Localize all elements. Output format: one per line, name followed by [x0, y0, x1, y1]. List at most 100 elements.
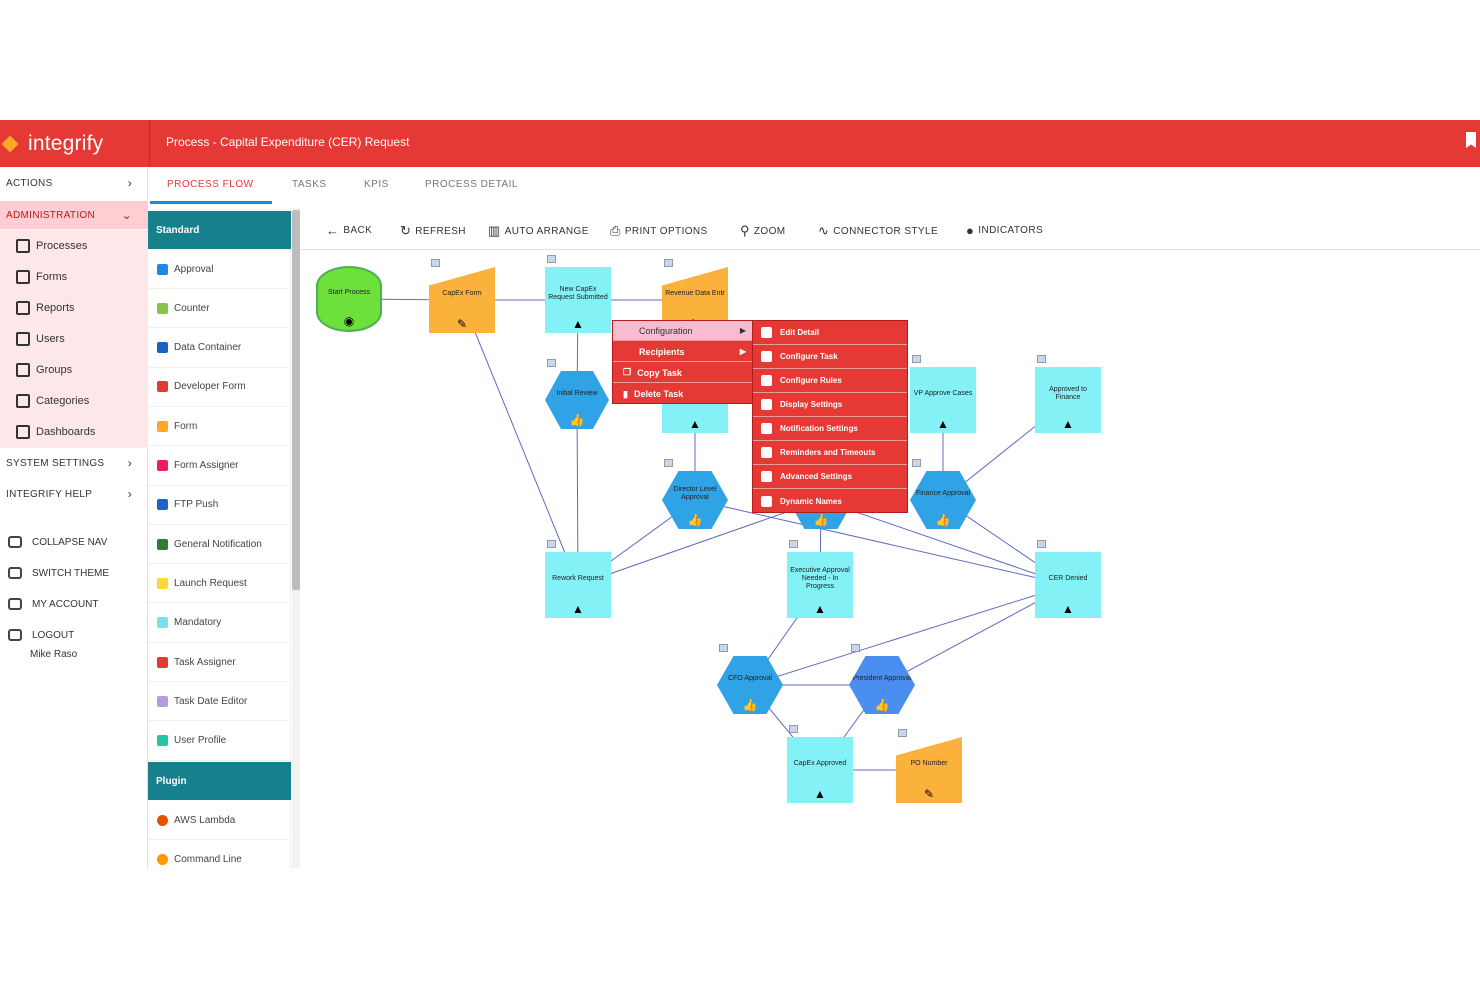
- nav-item-dashboards[interactable]: Dashboards: [16, 421, 95, 443]
- connector-style-button[interactable]: ∿ CONNECTOR STYLE: [818, 223, 938, 239]
- palette-item-label: Command Line: [174, 853, 242, 865]
- chevron-right-icon: ›: [127, 487, 132, 501]
- nav-item-users[interactable]: Users: [16, 328, 65, 350]
- auto-arrange-button[interactable]: ▥ AUTO ARRANGE: [488, 223, 589, 239]
- tag-icon: ●: [966, 223, 975, 238]
- submenu-item[interactable]: Advanced Settings: [753, 465, 907, 489]
- flow-node-start[interactable]: Start Process ◉: [316, 266, 382, 332]
- submenu-item[interactable]: Display Settings: [753, 393, 907, 417]
- print-icon: ⎙: [610, 223, 621, 238]
- refresh-button[interactable]: ↻ REFRESH: [400, 223, 466, 239]
- submenu-item-icon: [761, 447, 772, 458]
- shuffle-icon: [8, 567, 22, 579]
- node-badge-icon: [664, 459, 673, 467]
- submenu-item-icon: [761, 375, 772, 386]
- flow-node-label: Initial Review: [556, 390, 598, 397]
- refresh-icon: ↻: [400, 223, 412, 238]
- submenu-item[interactable]: Configure Task: [753, 345, 907, 369]
- flow-node-approved-finance[interactable]: Approved to Finance ▲: [1035, 367, 1101, 433]
- tab-tasks[interactable]: TASKS: [292, 179, 327, 190]
- nav-item-forms[interactable]: Forms: [16, 266, 67, 288]
- refresh-label: REFRESH: [415, 225, 466, 237]
- palette-swatch-icon: [157, 302, 168, 314]
- submenu-item-icon: [761, 351, 772, 362]
- nav-system-settings[interactable]: SYSTEM SETTINGS ›: [0, 449, 148, 477]
- back-button[interactable]: ← BACK: [326, 223, 372, 238]
- flow-node-rework[interactable]: Rework Request ▲: [545, 552, 611, 618]
- switch-theme-button[interactable]: SWITCH THEME: [8, 562, 109, 584]
- submenu-item-label: Display Settings: [780, 400, 843, 409]
- palette-item-label: Task Assigner: [174, 656, 236, 668]
- palette-scrollbar[interactable]: [292, 210, 300, 590]
- submenu-item[interactable]: Configure Rules: [753, 369, 907, 393]
- flow-node-vp-approve[interactable]: VP Approve Cases ▲: [910, 367, 976, 433]
- menu-delete-task-label: Delete Task: [633, 389, 684, 399]
- palette-item[interactable]: Approval: [148, 250, 291, 289]
- node-thumbs-up-icon: 👍: [687, 513, 703, 527]
- nav-item-groups[interactable]: Groups: [16, 359, 72, 381]
- nav-integrify-help[interactable]: INTEGRIFY HELP ›: [0, 480, 148, 508]
- menu-configuration[interactable]: Configuration ▶: [613, 321, 752, 341]
- left-nav: ACTIONS › ADMINISTRATION ⌄ Processes For…: [0, 167, 148, 868]
- chevron-right-icon: ›: [127, 176, 132, 190]
- nav-item-reports[interactable]: Reports: [16, 297, 75, 319]
- brand-logo[interactable]: integrify: [0, 120, 150, 167]
- flow-node-label: CapEx Approved: [793, 760, 847, 767]
- caret-right-icon: ▶: [739, 326, 746, 335]
- palette-item[interactable]: Data Container: [148, 329, 291, 368]
- palette-item[interactable]: User Profile: [148, 722, 291, 761]
- user-name: Mike Raso: [30, 649, 78, 660]
- nav-item-processes[interactable]: Processes: [16, 235, 87, 257]
- admin-submenu: Processes Forms Reports Users Groups Cat…: [0, 230, 148, 448]
- palette-item[interactable]: Developer Form: [148, 368, 291, 407]
- chevron-down-icon: ⌄: [121, 208, 132, 222]
- palette-item[interactable]: Form: [148, 407, 291, 447]
- group-icon: [16, 363, 30, 377]
- node-badge-icon: [664, 259, 673, 267]
- palette-item[interactable]: Counter: [148, 289, 291, 329]
- flow-node-capex-approved[interactable]: CapEx Approved ▲: [787, 737, 853, 803]
- palette-plugin-item[interactable]: AWS Lambda: [148, 801, 291, 840]
- tab-process-flow[interactable]: PROCESS FLOW: [167, 179, 254, 190]
- node-badge-icon: [789, 540, 798, 548]
- tab-kpis[interactable]: KPIS: [364, 179, 389, 190]
- indicators-label: INDICATORS: [978, 225, 1044, 236]
- flow-connector[interactable]: [461, 299, 579, 586]
- logout-label: LOGOUT: [32, 629, 75, 641]
- flow-node-new-capex[interactable]: New CapEx Request Submitted ▲: [545, 267, 611, 333]
- palette-item[interactable]: FTP Push: [148, 486, 291, 525]
- indicators-button[interactable]: ● INDICATORS: [966, 223, 1043, 238]
- palette-item-label: General Notification: [174, 538, 262, 550]
- flow-node-label: Approved to Finance: [1049, 386, 1087, 401]
- palette-item[interactable]: General Notification: [148, 525, 291, 565]
- menu-recipients[interactable]: Recipients ▶: [613, 342, 752, 362]
- print-options-button[interactable]: ⎙ PRINT OPTIONS: [610, 223, 708, 239]
- zoom-button[interactable]: ⚲ ZOOM: [740, 223, 786, 239]
- my-account-button[interactable]: MY ACCOUNT: [8, 593, 99, 615]
- palette-item[interactable]: Task Date Editor: [148, 682, 291, 722]
- palette-standard-header[interactable]: Standard: [148, 211, 291, 249]
- submenu-item[interactable]: Edit Detail: [753, 321, 907, 345]
- palette-item-label: Form: [174, 420, 198, 432]
- submenu-item[interactable]: Dynamic Names: [753, 489, 907, 513]
- palette-plugin-item[interactable]: Command Line: [148, 840, 291, 868]
- nav-administration[interactable]: ADMINISTRATION ⌄: [0, 201, 148, 229]
- palette-item[interactable]: Mandatory: [148, 604, 291, 643]
- flow-node-executive[interactable]: Executive Approval Needed - In Progress ▲: [787, 552, 853, 618]
- nav-item-label: Categories: [36, 395, 90, 407]
- palette-item[interactable]: Form Assigner: [148, 447, 291, 486]
- submenu-item[interactable]: Notification Settings: [753, 417, 907, 441]
- nav-actions[interactable]: ACTIONS ›: [0, 169, 148, 197]
- tab-process-detail[interactable]: PROCESS DETAIL: [425, 179, 518, 190]
- menu-copy-task[interactable]: ❐ Copy Task: [613, 363, 752, 383]
- submenu-item[interactable]: Reminders and Timeouts: [753, 441, 907, 465]
- nav-item-categories[interactable]: Categories: [16, 390, 89, 412]
- palette-plugin-header[interactable]: Plugin: [148, 762, 291, 800]
- bookmark-icon[interactable]: [1466, 132, 1476, 148]
- menu-delete-task[interactable]: ▮ Delete Task: [613, 384, 752, 404]
- logout-button[interactable]: LOGOUT: [8, 624, 74, 646]
- collapse-nav-button[interactable]: COLLAPSE NAV: [8, 531, 107, 553]
- palette-item[interactable]: Task Assigner: [148, 643, 291, 682]
- flow-node-cer-denied[interactable]: CER Denied ▲: [1035, 552, 1101, 618]
- palette-item[interactable]: Launch Request: [148, 564, 291, 604]
